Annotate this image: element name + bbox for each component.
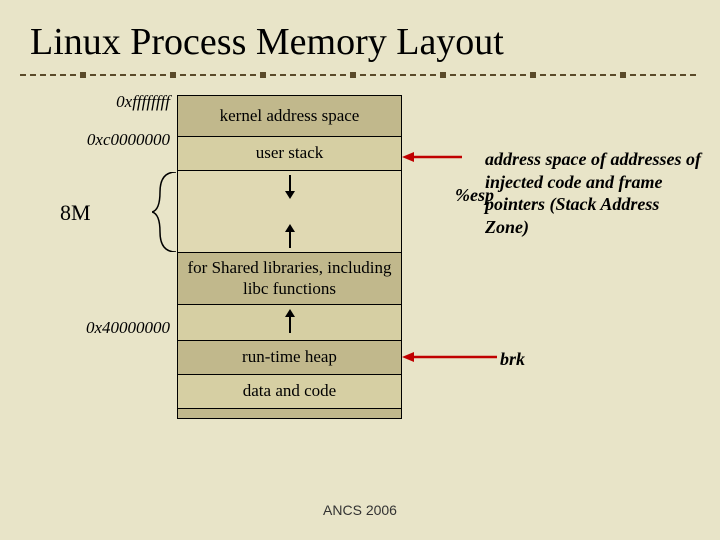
addr-0xffffffff: 0xffffffff — [30, 92, 170, 112]
seg-kernel: kernel address space — [177, 95, 402, 137]
seg-shared-libs: for Shared libraries, including libc fun… — [177, 253, 402, 305]
seg-bottom-sliver — [177, 409, 402, 419]
label-esp: %esp — [455, 184, 494, 207]
arrow-brk — [402, 350, 497, 364]
arrow-up-icon — [283, 224, 297, 248]
arrow-down-icon — [283, 175, 297, 199]
annotation-brk: brk — [500, 348, 525, 371]
seg-user-stack: user stack — [177, 137, 402, 171]
seg-stack-growth — [177, 171, 402, 253]
brace-8m — [152, 172, 178, 252]
decorative-rule — [20, 72, 700, 78]
stack-zone-text: address space of addresses of injected c… — [485, 148, 705, 238]
annotation-stack-zone: %esp address space of addresses of injec… — [455, 148, 705, 238]
seg-data-and-code: data and code — [177, 375, 402, 409]
label-8m: 8M — [60, 200, 91, 226]
arrow-esp — [402, 150, 462, 164]
memory-layout-diagram: kernel address space user stack for Shar… — [177, 95, 402, 419]
addr-0xc0000000: 0xc0000000 — [30, 130, 170, 150]
footer-text: ANCS 2006 — [0, 502, 720, 518]
seg-heap: run-time heap — [177, 341, 402, 375]
arrow-up-icon — [283, 309, 297, 333]
addr-0x40000000: 0x40000000 — [30, 318, 170, 338]
page-title: Linux Process Memory Layout — [30, 20, 504, 64]
seg-heap-growth — [177, 305, 402, 341]
